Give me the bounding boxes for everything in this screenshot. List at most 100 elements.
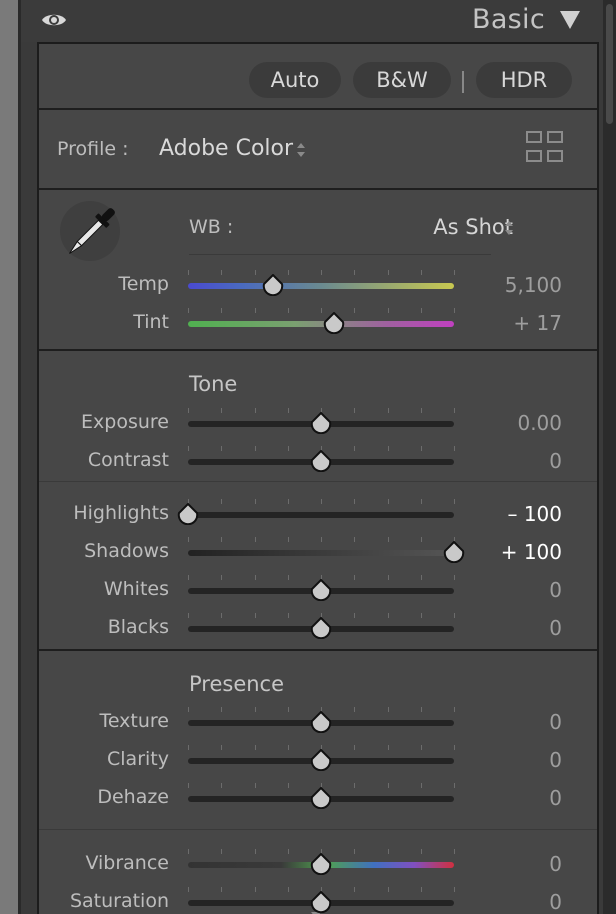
saturation-value[interactable]: 0 <box>549 890 562 914</box>
whites-slider-handle[interactable] <box>309 578 333 602</box>
blacks-label: Blacks <box>107 616 169 638</box>
slider-tick <box>188 537 189 542</box>
profile-updown-icon[interactable] <box>295 140 307 164</box>
collapse-triangle-icon[interactable] <box>559 10 581 34</box>
slider-tick <box>387 575 389 580</box>
slider-tick <box>387 707 389 712</box>
clarity-slider-handle[interactable] <box>309 748 333 772</box>
section-divider <box>39 349 597 351</box>
saturation-slider-handle[interactable] <box>309 890 333 914</box>
slider-tick <box>354 270 356 275</box>
slider-tick <box>354 707 356 712</box>
dehaze-slider-handle[interactable] <box>309 786 333 810</box>
shadows-slider[interactable] <box>188 550 454 556</box>
slider-tick <box>287 783 289 788</box>
temp-slider[interactable] <box>188 283 454 289</box>
vibrance-slider-handle[interactable] <box>309 852 333 876</box>
slider-tick <box>354 537 356 542</box>
wb-dropdown[interactable]: As Shot <box>433 215 513 239</box>
profile-browser-grid-icon[interactable] <box>525 130 565 168</box>
contrast-value[interactable]: 0 <box>549 449 562 473</box>
slider-tick <box>420 499 422 504</box>
exposure-slider-handle[interactable] <box>309 411 333 435</box>
slider-tick <box>287 537 289 542</box>
shadows-value[interactable]: + 100 <box>501 540 562 564</box>
texture-slider-handle[interactable] <box>309 710 333 734</box>
tint-slider-handle[interactable] <box>322 311 346 335</box>
slider-tick <box>287 499 289 504</box>
slider-tick <box>188 613 189 618</box>
slider-tick <box>454 613 455 618</box>
slider-tick <box>321 270 322 275</box>
slider-tick <box>254 499 256 504</box>
whites-value[interactable]: 0 <box>549 578 562 602</box>
slider-tick <box>321 537 322 542</box>
slider-tick <box>221 270 223 275</box>
slider-tick <box>454 408 455 413</box>
slider-tick <box>221 446 223 451</box>
tint-label: Tint <box>133 311 169 333</box>
tint-slider[interactable] <box>188 321 454 327</box>
highlights-slider-handle[interactable] <box>176 502 200 526</box>
slider-tick <box>420 575 422 580</box>
slider-tick <box>420 887 422 892</box>
profile-label: Profile : <box>57 138 129 160</box>
slider-tick <box>254 270 256 275</box>
bw-button[interactable]: B&W <box>353 62 451 98</box>
tint-value[interactable]: + 17 <box>513 311 562 335</box>
section-divider <box>39 649 597 651</box>
slider-tick <box>287 575 289 580</box>
whites-label: Whites <box>103 578 169 600</box>
blacks-value[interactable]: 0 <box>549 616 562 640</box>
eye-icon[interactable] <box>41 10 67 34</box>
slider-tick <box>420 408 422 413</box>
profile-dropdown[interactable]: Adobe Color <box>159 136 293 161</box>
blacks-slider-handle[interactable] <box>309 616 333 640</box>
slider-tick <box>188 849 189 854</box>
slider-tick <box>387 887 389 892</box>
white-balance-eyedropper-icon[interactable] <box>55 198 125 272</box>
auto-button[interactable]: Auto <box>249 62 341 98</box>
highlights-slider[interactable] <box>188 512 454 518</box>
slider-tick <box>254 783 256 788</box>
temp-value[interactable]: 5,100 <box>505 273 562 297</box>
slider-tick <box>387 613 389 618</box>
clarity-value[interactable]: 0 <box>549 748 562 772</box>
slider-tick <box>254 446 256 451</box>
clarity-label: Clarity <box>107 748 169 770</box>
slider-tick <box>387 308 389 313</box>
wb-updown-icon[interactable] <box>503 218 515 242</box>
slider-tick <box>254 613 256 618</box>
slider-tick <box>188 270 189 275</box>
hdr-button[interactable]: HDR <box>476 62 572 98</box>
slider-tick <box>420 308 422 313</box>
slider-tick <box>188 446 189 451</box>
slider-tick <box>420 613 422 618</box>
exposure-value[interactable]: 0.00 <box>517 411 562 435</box>
temp-slider-handle[interactable] <box>261 273 285 297</box>
panel-scrollbar[interactable] <box>603 0 616 914</box>
slider-tick <box>287 270 289 275</box>
texture-value[interactable]: 0 <box>549 710 562 734</box>
highlights-value[interactable]: – 100 <box>507 502 562 526</box>
slider-tick <box>188 745 189 750</box>
slider-tick <box>254 308 256 313</box>
slider-tick <box>287 745 289 750</box>
slider-tick <box>354 783 356 788</box>
slider-tick <box>354 613 356 618</box>
dehaze-value[interactable]: 0 <box>549 786 562 810</box>
slider-tick <box>188 783 189 788</box>
highlights-ticks <box>188 499 455 504</box>
slider-tick <box>321 499 322 504</box>
slider-tick <box>420 446 422 451</box>
slider-tick <box>454 446 455 451</box>
slider-tick <box>354 887 356 892</box>
scrollbar-thumb[interactable] <box>606 4 613 124</box>
shadows-slider-handle[interactable] <box>442 540 466 564</box>
vibrance-value[interactable]: 0 <box>549 852 562 876</box>
slider-tick <box>221 499 223 504</box>
panel-header[interactable]: Basic <box>21 0 603 42</box>
slider-tick <box>387 270 389 275</box>
contrast-slider-handle[interactable] <box>309 449 333 473</box>
slider-tick <box>354 408 356 413</box>
